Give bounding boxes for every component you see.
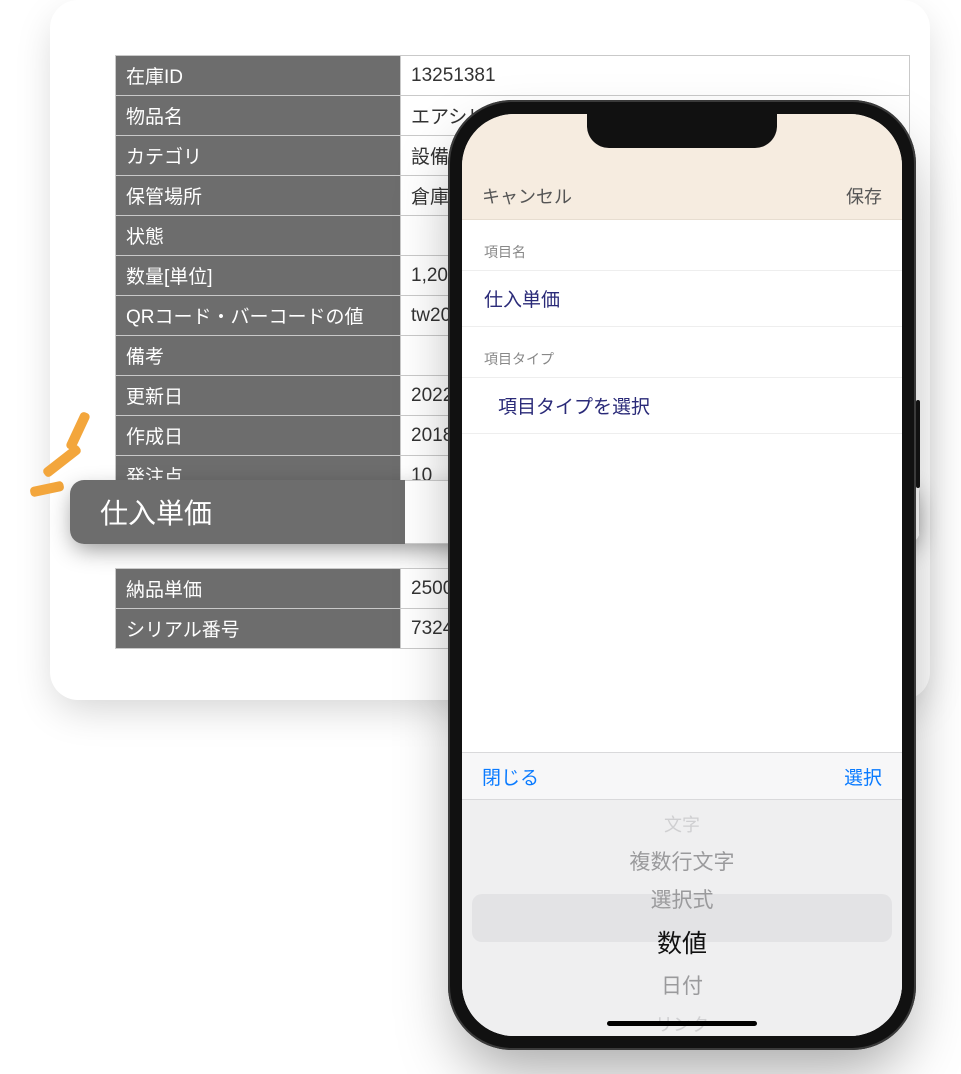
row-label: QRコード・バーコードの値: [116, 296, 401, 336]
cancel-button[interactable]: キャンセル: [482, 183, 572, 209]
row-label: カテゴリ: [116, 136, 401, 176]
picker-select-button[interactable]: 選択: [844, 763, 882, 790]
row-label: 更新日: [116, 376, 401, 416]
section-label-type: 項目タイプ: [462, 327, 902, 377]
picker-close-button[interactable]: 閉じる: [482, 763, 539, 790]
picker-option[interactable]: 複数行文字: [462, 844, 902, 882]
phone-screen: キャンセル 保存 項目名 仕入単価 項目タイプ 項目タイプを選択 閉じる 選択 …: [462, 114, 902, 1036]
picker-option[interactable]: 選択式: [462, 882, 902, 920]
row-label: 数量[単位]: [116, 256, 401, 296]
item-name-input[interactable]: 仕入単価: [462, 270, 902, 327]
row-label: 物品名: [116, 96, 401, 136]
picker-wheel[interactable]: 文字 複数行文字 選択式 数値 日付 リンク: [462, 800, 902, 1036]
phone-notch: [587, 114, 777, 148]
row-label: 作成日: [116, 416, 401, 456]
picker-option[interactable]: 日付: [462, 968, 902, 1006]
row-label: 在庫ID: [116, 56, 401, 96]
picker-toolbar: 閉じる 選択: [462, 752, 902, 800]
home-indicator: [607, 1021, 757, 1026]
row-label: 保管場所: [116, 176, 401, 216]
modal-navbar: キャンセル 保存: [462, 172, 902, 220]
row-value: 13251381: [401, 56, 910, 96]
picker-option[interactable]: 文字: [462, 806, 902, 844]
row-label: 納品単価: [116, 569, 401, 609]
table-row: 在庫ID13251381: [116, 56, 910, 96]
blank-area: [462, 434, 902, 752]
save-button[interactable]: 保存: [846, 183, 882, 209]
form-area: 項目名 仕入単価 項目タイプ 項目タイプを選択: [462, 220, 902, 434]
section-label-name: 項目名: [462, 220, 902, 270]
row-label: 状態: [116, 216, 401, 256]
row-label: 備考: [116, 336, 401, 376]
picker-option-selected[interactable]: 数値: [462, 920, 902, 968]
row-label: シリアル番号: [116, 609, 401, 649]
highlight-label: 仕入単価: [70, 480, 405, 544]
phone-frame: キャンセル 保存 項目名 仕入単価 項目タイプ 項目タイプを選択 閉じる 選択 …: [448, 100, 916, 1050]
item-type-select[interactable]: 項目タイプを選択: [462, 377, 902, 434]
